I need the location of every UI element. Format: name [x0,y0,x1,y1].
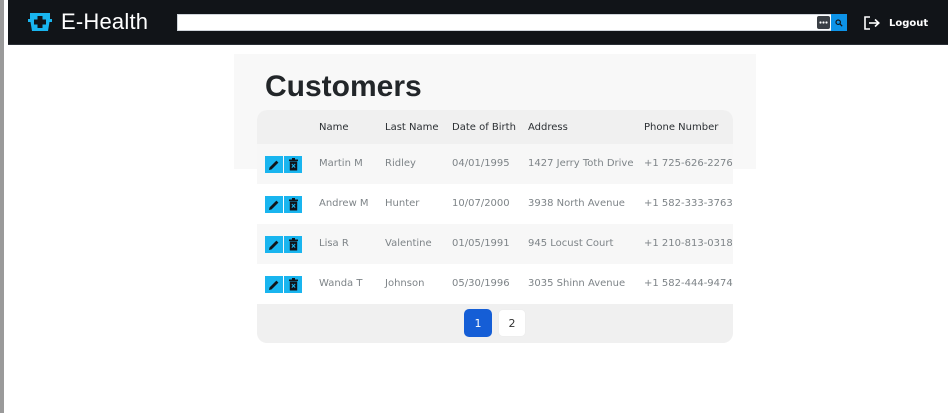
table-row: Andrew M Hunter 10/07/2000 3938 North Av… [257,184,733,224]
table-row: Martin M Ridley 04/01/1995 1427 Jerry To… [257,144,733,184]
cell-name: Andrew M [319,198,369,209]
table-row: Lisa R Valentine 01/05/1991 945 Locust C… [257,224,733,264]
logout-label: Logout [889,17,929,29]
cell-address: 945 Locust Court [528,238,614,249]
pencil-icon [269,200,279,210]
customers-table: Name Last Name Date of Birth Address Pho… [257,110,733,343]
medical-cross-icon [28,10,52,34]
pencil-icon [269,240,279,250]
more-options-icon[interactable] [817,16,830,29]
column-header-phone-number: Phone Number [644,122,719,133]
search-icon [835,18,843,27]
brand-title: E-Health [61,9,149,34]
navbar: E-Health Logout [8,0,948,45]
cell-last-name: Johnson [385,278,425,289]
edit-button[interactable] [265,276,283,293]
trash-icon [288,158,298,171]
cell-last-name: Valentine [385,238,432,249]
cell-phone: +1 582-444-9474 [644,278,733,289]
cell-date-of-birth: 05/30/1996 [452,278,510,289]
cell-phone: +1 582-333-3763 [644,198,733,209]
pagination: 1 2 [257,304,733,343]
pencil-icon [269,280,279,290]
logout-button[interactable]: Logout [864,14,928,32]
column-header-last-name: Last Name [385,122,439,133]
cell-name: Lisa R [319,238,349,249]
cell-name: Wanda T [319,278,363,289]
cell-address: 1427 Jerry Toth Drive [528,158,634,169]
cell-date-of-birth: 04/01/1995 [452,158,510,169]
trash-icon [288,238,298,251]
cell-phone: +1 725-626-2276 [644,158,733,169]
cell-phone: +1 210-813-0318 [644,238,733,249]
edit-button[interactable] [265,236,283,253]
column-header-date-of-birth: Date of Birth [452,122,516,133]
table-header: Name Last Name Date of Birth Address Pho… [257,110,733,144]
cell-last-name: Ridley [385,158,416,169]
cell-date-of-birth: 10/07/2000 [452,198,510,209]
search-input[interactable] [178,15,814,30]
cell-name: Martin M [319,158,363,169]
delete-button[interactable] [284,156,302,173]
column-header-address: Address [528,122,568,133]
trash-icon [288,198,298,211]
cell-date-of-birth: 01/05/1991 [452,238,510,249]
search-bar [177,14,847,31]
edit-button[interactable] [265,196,283,213]
trash-icon [288,278,298,291]
app-frame: E-Health Logout Customers Name Last Name… [0,0,948,413]
pencil-icon [269,160,279,170]
delete-button[interactable] [284,276,302,293]
cell-address: 3035 Shinn Avenue [528,278,626,289]
delete-button[interactable] [284,236,302,253]
logout-icon [864,16,880,30]
page-button-2[interactable]: 2 [498,309,526,337]
cell-last-name: Hunter [385,198,420,209]
delete-button[interactable] [284,196,302,213]
edit-button[interactable] [265,156,283,173]
search-button[interactable] [831,14,847,31]
brand[interactable]: E-Health [28,7,148,37]
cell-address: 3938 North Avenue [528,198,625,209]
column-header-name: Name [319,122,349,133]
page-title: Customers [265,70,422,103]
table-row: Wanda T Johnson 05/30/1996 3035 Shinn Av… [257,264,733,304]
page-button-1[interactable]: 1 [464,309,492,337]
